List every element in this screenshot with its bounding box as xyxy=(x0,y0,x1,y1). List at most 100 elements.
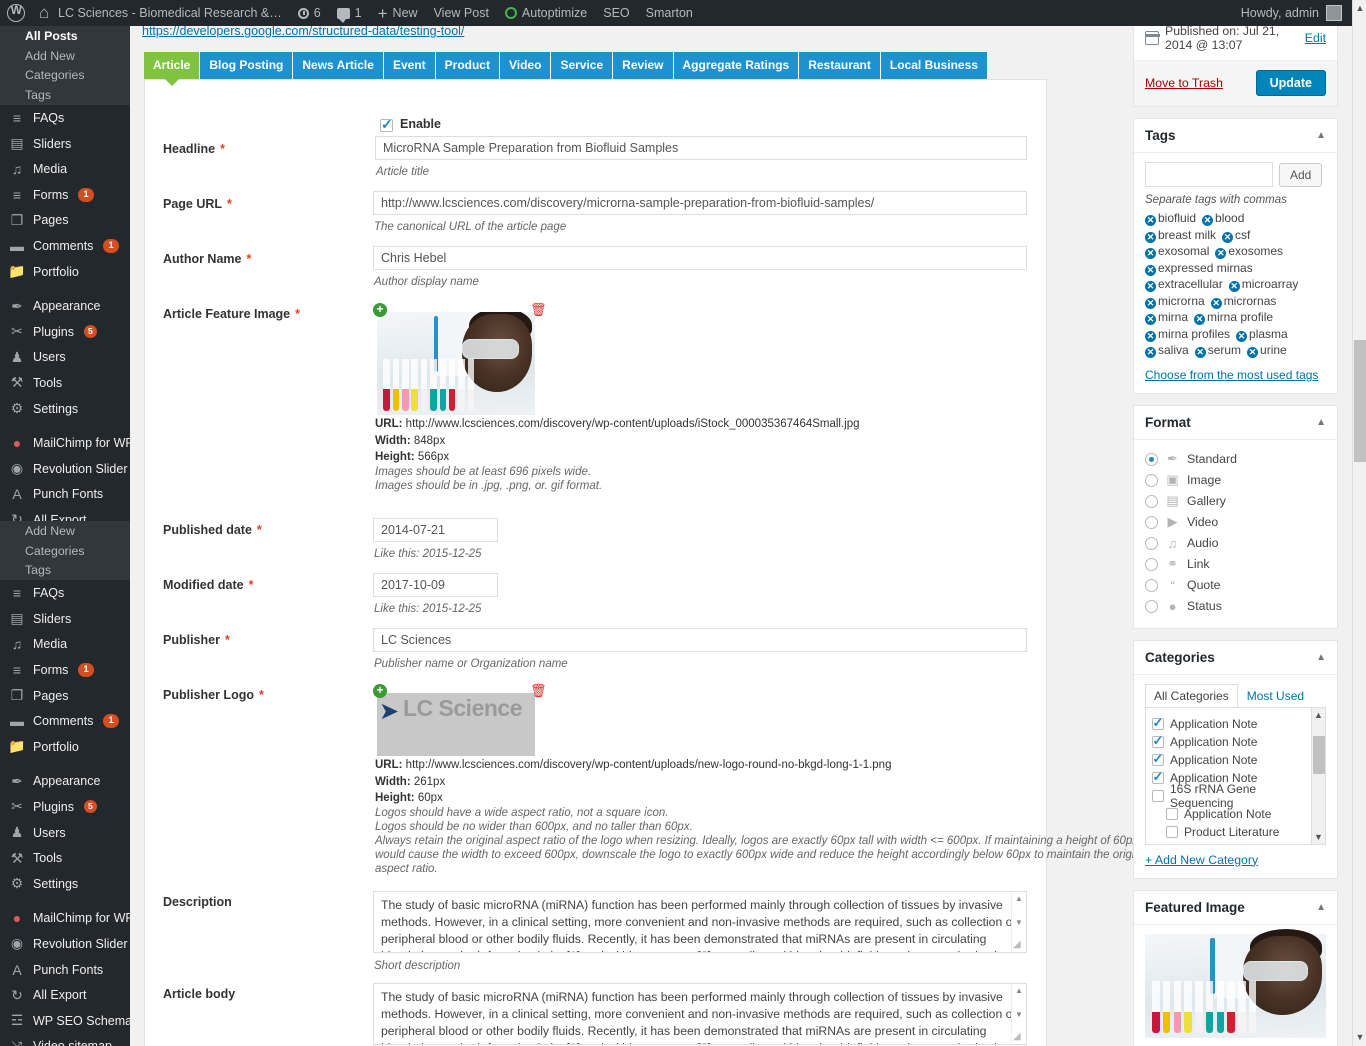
tab-service[interactable]: Service xyxy=(551,52,614,79)
sidebar-item-media[interactable]: ♫ Media xyxy=(0,632,130,658)
headline-input[interactable] xyxy=(375,136,1027,160)
category-checkbox[interactable] xyxy=(1152,769,1164,785)
sidebar-item-users[interactable]: ♟ Users xyxy=(0,345,130,371)
sidebar-subitem-tags[interactable]: Tags xyxy=(0,85,130,106)
chevron-up-icon[interactable]: ▲ xyxy=(1316,417,1326,428)
description-textarea[interactable]: The study of basic microRNA (miRNA) func… xyxy=(373,891,1027,953)
schema-type-tabs[interactable]: Article Blog Posting News Article Event Prod… xyxy=(144,52,988,86)
categories-scrollbar[interactable]: ▲ ▼ xyxy=(1311,707,1325,844)
category-checkbox[interactable] xyxy=(1152,733,1164,749)
format-option-link[interactable]: ⚭ Link xyxy=(1145,554,1326,575)
publisher-input[interactable] xyxy=(373,628,1027,652)
sidebar-item-video-sitemap[interactable]: ⤨ Video sitemap xyxy=(0,1033,130,1046)
category-tab-all-categories[interactable]: All Categories xyxy=(1145,683,1238,707)
sidebar-subitem-all-posts[interactable]: All Posts xyxy=(0,26,130,46)
sidebar-item-wp-seo-schema[interactable]: ☲ WP SEO Schema xyxy=(0,1008,130,1034)
tab-article[interactable]: Article xyxy=(144,52,201,86)
chevron-up-icon[interactable]: ▲ xyxy=(1316,130,1326,141)
scroll-up-icon[interactable]: ▲ xyxy=(1312,708,1325,722)
sidebar-item-sliders[interactable]: ▤ Sliders xyxy=(0,131,130,157)
author-name-input[interactable] xyxy=(373,246,1027,270)
sidebar-subitem-categories[interactable]: Categories xyxy=(0,65,130,86)
add-publisher-logo-button[interactable]: + xyxy=(373,684,387,698)
sidebar-item-pages[interactable]: ❐ Pages xyxy=(0,683,130,709)
remove-tag-icon[interactable]: ✕ xyxy=(1228,281,1240,292)
scrollbar-thumb[interactable] xyxy=(1313,735,1325,774)
sidebar-subitem-add-new[interactable]: Add New xyxy=(0,45,130,66)
format-radio[interactable] xyxy=(1145,578,1158,592)
sidebar-item-faqs[interactable]: ≡ FAQs xyxy=(0,105,130,131)
category-checkbox[interactable] xyxy=(1152,751,1164,767)
remove-tag-icon[interactable]: ✕ xyxy=(1145,330,1156,342)
sidebar-item-sliders[interactable]: ▤ Sliders xyxy=(0,606,130,632)
category-row[interactable]: Application Note xyxy=(1152,751,1319,769)
format-radio[interactable] xyxy=(1145,515,1158,529)
resize-grip-icon[interactable]: ◢ xyxy=(1013,1031,1021,1042)
sidebar-item-forms[interactable]: ≡ Forms 1 xyxy=(0,657,130,683)
remove-tag-icon[interactable]: ✕ xyxy=(1145,281,1156,292)
remove-tag-icon[interactable]: ✕ xyxy=(1247,347,1259,358)
delete-feature-image-button[interactable]: 🗑 xyxy=(530,303,547,317)
category-checkbox[interactable] xyxy=(1166,844,1178,845)
format-option-image[interactable]: ▣ Image xyxy=(1145,470,1326,491)
scroll-down-icon[interactable]: ▼ xyxy=(1353,1029,1366,1046)
remove-tag-icon[interactable]: ✕ xyxy=(1194,347,1206,358)
remove-tag-icon[interactable]: ✕ xyxy=(1145,314,1156,325)
sidebar-item-appearance[interactable]: ✒ Appearance xyxy=(0,769,130,795)
sidebar-item-plugins[interactable]: ✂ Plugins 5 xyxy=(0,794,130,820)
autoptimize-menu[interactable]: Autoptimize xyxy=(497,0,595,26)
categories-checklist[interactable]: Application Note Application Note Applic… xyxy=(1145,706,1326,845)
seo-menu[interactable]: SEO xyxy=(595,0,637,26)
new-content-menu[interactable]: + New xyxy=(370,0,426,26)
sidebar-item-tools[interactable]: ⚒ Tools xyxy=(0,370,130,396)
format-option-video[interactable]: ▶ Video xyxy=(1145,512,1326,533)
tab-review[interactable]: Review xyxy=(613,52,674,79)
scroll-down-icon[interactable]: ▼ xyxy=(1012,918,1026,927)
remove-tag-icon[interactable]: ✕ xyxy=(1194,314,1206,325)
remove-tag-icon[interactable]: ✕ xyxy=(1210,297,1222,309)
remove-tag-icon[interactable]: ✕ xyxy=(1236,330,1248,342)
format-option-standard[interactable]: ✒ Standard xyxy=(1145,449,1326,470)
sidebar-item-mailchimp-for-wp[interactable]: ● MailChimp for WP xyxy=(0,430,130,456)
chevron-up-icon[interactable]: ▲ xyxy=(1316,652,1326,663)
tab-local-business[interactable]: Local Business xyxy=(880,52,988,79)
sidebar-item-plugins[interactable]: ✂ Plugins 5 xyxy=(0,319,130,345)
structured-data-testing-tool-link[interactable]: https://developers.google.com/structured… xyxy=(142,26,464,38)
sidebar-subitem-add-new[interactable]: Add New xyxy=(0,521,130,541)
tab-restaurant[interactable]: Restaurant xyxy=(799,52,881,79)
article-body-textarea[interactable]: The study of basic microRNA (miRNA) func… xyxy=(373,983,1027,1045)
format-option-status[interactable]: ● Status xyxy=(1145,596,1326,617)
view-post-link[interactable]: View Post xyxy=(426,0,497,26)
sidebar-subitem-categories[interactable]: Categories xyxy=(0,540,130,561)
category-row[interactable]: Technical Bulletin xyxy=(1152,841,1319,845)
category-row[interactable]: Application Note xyxy=(1152,715,1319,733)
update-button[interactable]: Update xyxy=(1255,70,1326,96)
page-scrollbar[interactable]: ▲ ▼ xyxy=(1352,0,1366,1046)
format-options[interactable]: ✒ Standard ▣ Image ▤ Gallery ▶ Video ♫ A… xyxy=(1134,440,1337,628)
categories-tabs[interactable]: All Categories Most Used xyxy=(1145,683,1326,708)
tab-news-article[interactable]: News Article xyxy=(293,52,384,79)
new-tag-input[interactable] xyxy=(1145,162,1273,187)
category-checkbox[interactable] xyxy=(1166,825,1178,838)
format-option-gallery[interactable]: ▤ Gallery xyxy=(1145,491,1326,512)
sidebar-item-all-export[interactable]: ↻ All Export xyxy=(0,982,130,1008)
updates-menu[interactable]: 6 xyxy=(290,0,329,26)
modified-date-input[interactable] xyxy=(373,573,498,597)
sidebar-item-settings[interactable]: ⚙ Settings xyxy=(0,871,130,897)
format-radio[interactable] xyxy=(1145,494,1158,508)
remove-tag-icon[interactable]: ✕ xyxy=(1145,264,1156,276)
smarton-menu[interactable]: Smarton xyxy=(638,0,701,26)
sidebar-item-forms[interactable]: ≡ Forms 1 xyxy=(0,182,130,208)
sidebar-item-portfolio[interactable]: 📁 Portfolio xyxy=(0,734,130,760)
page-url-input[interactable] xyxy=(373,191,1027,215)
resize-grip-icon[interactable]: ◢ xyxy=(1013,939,1021,950)
category-row[interactable]: Product Literature xyxy=(1152,823,1319,841)
tab-event[interactable]: Event xyxy=(383,52,436,79)
sidebar-item-revolution-slider[interactable]: ◉ Revolution Slider xyxy=(0,931,130,957)
enable-checkbox[interactable] xyxy=(380,116,393,133)
publisher-logo-preview[interactable]: LC Science xyxy=(377,693,535,756)
tab-aggregate-ratings[interactable]: Aggregate Ratings xyxy=(673,52,800,79)
admin-sidebar[interactable]: All Posts Add New Categories Tags ≡ FAQs ▤ … xyxy=(0,26,130,1046)
scroll-up-icon[interactable]: ▲ xyxy=(1353,0,1366,17)
scroll-down-icon[interactable]: ▼ xyxy=(1312,830,1325,844)
